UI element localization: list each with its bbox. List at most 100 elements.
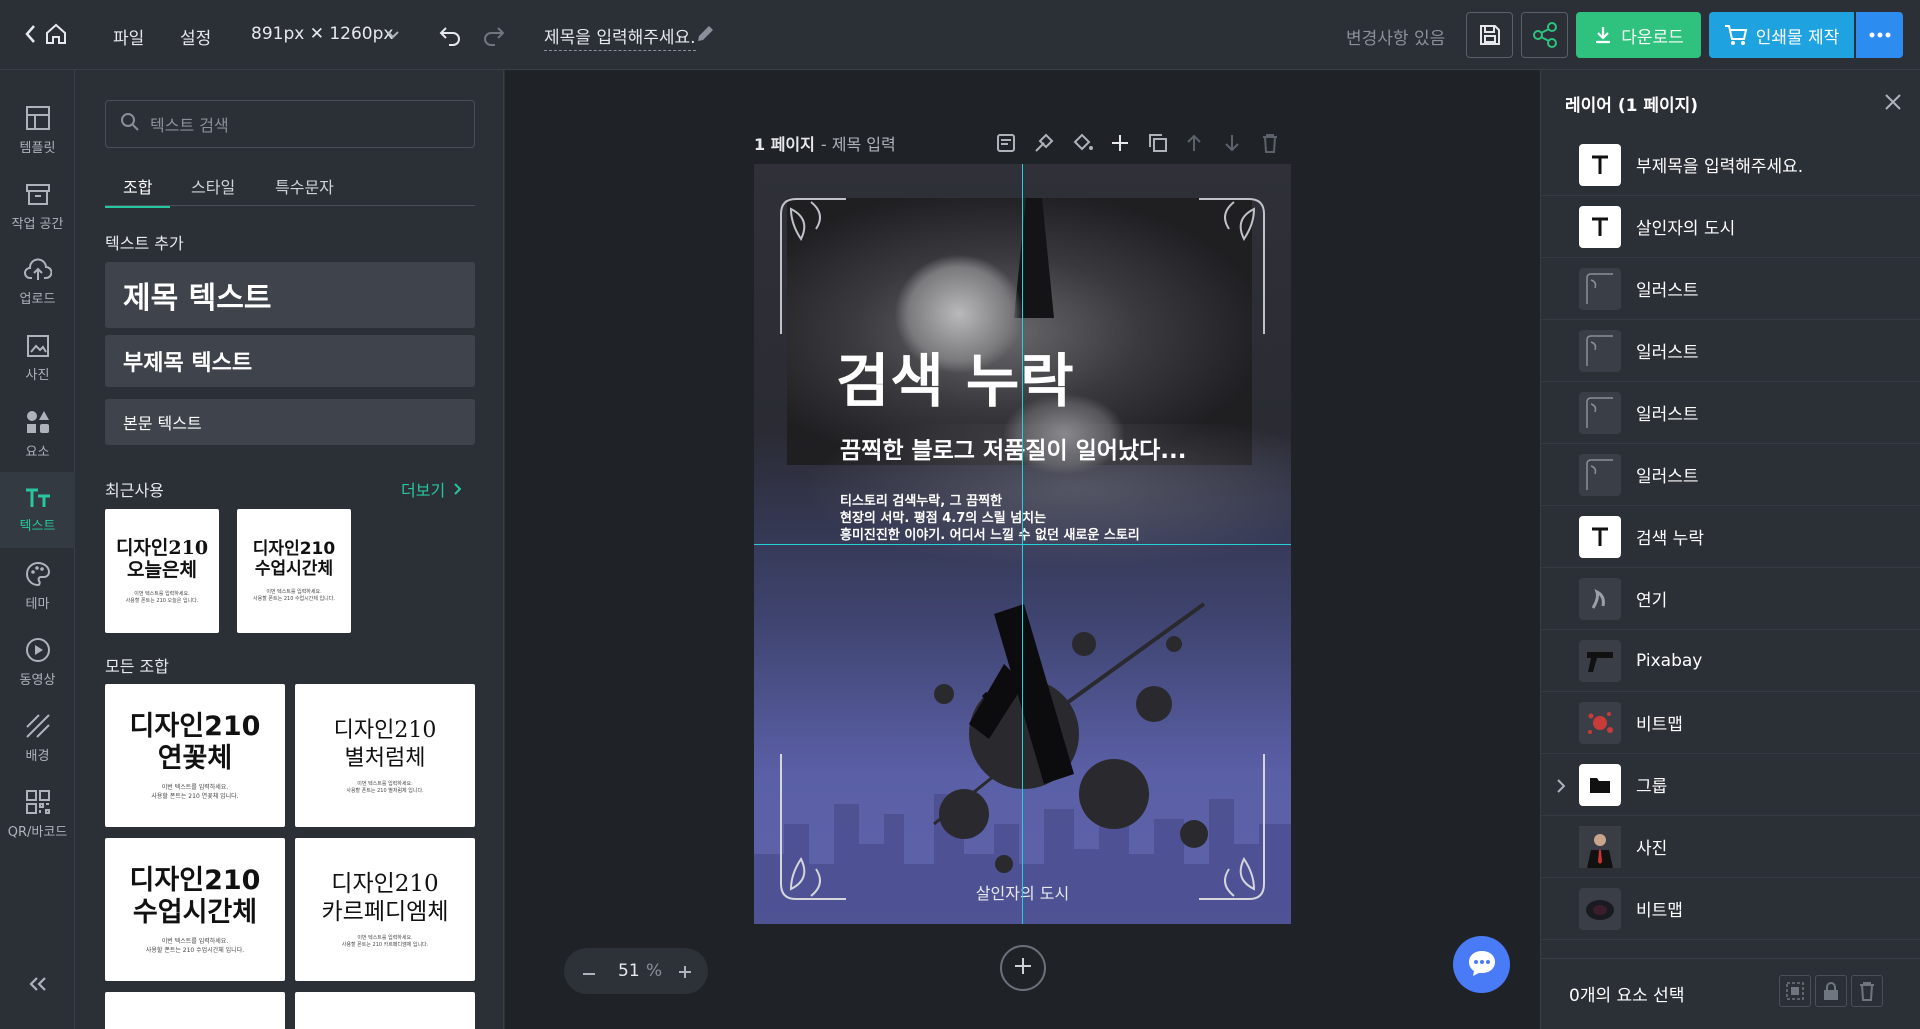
chat-button[interactable]	[1453, 936, 1510, 993]
combo-thumb-1[interactable]: 디자인210 연꽃체 이번 텍스트를 입력하세요. 사용할 폰트는 210 연꽃…	[105, 684, 285, 827]
add-text-title: 텍스트 추가	[105, 234, 184, 253]
combo-thumb-3[interactable]: 디자인210 수업시간체 이번 텍스트를 입력하세요. 사용할 폰트는 210 …	[105, 838, 285, 981]
save-button[interactable]	[1466, 12, 1513, 58]
lock-icon[interactable]	[1815, 975, 1847, 1007]
layer-name: 살인자의 도시	[1636, 219, 1736, 239]
layer-row[interactable]: 일러스트	[1541, 444, 1920, 506]
layer-row[interactable]: 그룹	[1541, 754, 1920, 816]
nav-photo[interactable]: 사진	[0, 320, 75, 396]
layer-name: 비트맵	[1636, 715, 1683, 735]
zoom-out-icon[interactable]	[582, 965, 596, 984]
group-select-icon[interactable]	[1779, 975, 1811, 1007]
nav-elements[interactable]: 요소	[0, 396, 75, 472]
page-memo-icon[interactable]	[996, 133, 1016, 157]
share-button[interactable]	[1521, 12, 1568, 58]
nav-templates[interactable]: 템플릿	[0, 92, 75, 168]
undo-icon[interactable]	[438, 24, 462, 46]
design-subtitle-text[interactable]: 끔찍한 블로그 저품질이 일어났다...	[840, 431, 1186, 465]
print-order-button[interactable]: 인쇄물 제작	[1709, 12, 1854, 58]
photo-icon	[26, 334, 50, 358]
add-page-button[interactable]	[1000, 945, 1046, 991]
more-link[interactable]: 더보기	[401, 477, 462, 501]
nav-workspace[interactable]: 작업 공간	[0, 168, 75, 244]
zoom-value[interactable]: 51	[618, 961, 640, 981]
page-title-label[interactable]: - 제목 입력	[821, 131, 896, 155]
canvas-size-dropdown[interactable]: 891px ✕ 1260px	[251, 24, 393, 44]
print-order-label: 인쇄물 제작	[1755, 27, 1840, 48]
layer-row[interactable]: 부제목을 입력해주세요.	[1541, 134, 1920, 196]
layer-row[interactable]: Pixabay	[1541, 630, 1920, 692]
combo-thumb-5[interactable]	[105, 992, 285, 1029]
design-body-text[interactable]: 티스토리 검색누락, 그 끔찍한 현장의 서막. 평점 4.7의 스릴 넘치는 …	[840, 493, 1140, 544]
settings-menu[interactable]: 설정	[180, 24, 211, 49]
layer-name: Pixabay	[1636, 650, 1703, 671]
recent-thumb-1-caption: 이번 텍스트를 입력하세요. 사용할 폰트는 210 오늘은 입니다.	[125, 590, 199, 604]
more-options-button[interactable]	[1856, 12, 1903, 58]
tab-special-chars[interactable]: 특수문자	[275, 174, 334, 198]
layers-panel: 레이어 (1 페이지) 부제목을 입력해주세요. 살인자의 도시 일러스트 일러스트 일…	[1540, 70, 1920, 1029]
layer-name: 일러스트	[1636, 467, 1699, 487]
add-page-icon[interactable]	[1110, 133, 1130, 157]
combo-thumb-2[interactable]: 디자인210 별처럼체 이번 텍스트를 입력하세요. 사용할 폰트는 210 별…	[295, 684, 475, 827]
layer-thumbnail-ornament-icon	[1579, 268, 1621, 310]
layer-name: 그룹	[1636, 777, 1668, 797]
layer-row[interactable]: 비트맵	[1541, 878, 1920, 940]
move-up-icon[interactable]	[1186, 133, 1202, 157]
expand-group-chevron-icon[interactable]	[1557, 778, 1566, 797]
nav-video[interactable]: 동영상	[0, 624, 75, 700]
layer-name: 일러스트	[1636, 281, 1699, 301]
recent-thumb-2[interactable]: 디자인210 수업시간체 이번 텍스트를 입력하세요. 사용할 폰트는 210 …	[237, 509, 351, 633]
layer-row[interactable]: 일러스트	[1541, 320, 1920, 382]
pencil-icon[interactable]	[695, 24, 715, 44]
layer-row[interactable]: 살인자의 도시	[1541, 196, 1920, 258]
close-layers-icon[interactable]	[1884, 93, 1902, 115]
nav-upload[interactable]: 업로드	[0, 244, 75, 320]
tab-combination[interactable]: 조합	[105, 174, 171, 208]
text-search-input[interactable]: 텍스트 검색	[105, 100, 475, 148]
collapse-panel-icon[interactable]	[27, 976, 49, 996]
layer-row[interactable]: 비트맵	[1541, 692, 1920, 754]
layer-thumbnail-bitmap-icon	[1579, 888, 1621, 930]
move-down-icon[interactable]	[1224, 133, 1240, 157]
tab-style[interactable]: 스타일	[191, 174, 235, 198]
combo-thumb-6[interactable]	[295, 992, 475, 1029]
design-title-text[interactable]: 검색 누락	[836, 334, 1075, 418]
nav-background-label: 배경	[25, 748, 50, 764]
nav-text[interactable]: 텍스트	[0, 472, 75, 548]
redo-icon[interactable]	[482, 24, 506, 46]
chevron-down-icon[interactable]	[386, 30, 400, 40]
design-page[interactable]: 검색 누락 끔찍한 블로그 저품질이 일어났다... 티스토리 검색누락, 그 …	[754, 164, 1291, 924]
nav-background[interactable]: 배경	[0, 700, 75, 776]
document-title[interactable]: 제목을 입력해주세요.	[544, 23, 696, 51]
trash-icon[interactable]	[1851, 975, 1883, 1007]
layer-row[interactable]: 검색 누락	[1541, 506, 1920, 568]
paint-bucket-icon[interactable]	[1072, 133, 1094, 157]
file-menu[interactable]: 파일	[113, 24, 144, 49]
chevron-right-icon	[453, 480, 462, 499]
add-heading-button[interactable]: 제목 텍스트	[105, 262, 475, 328]
layer-row[interactable]: 사진	[1541, 816, 1920, 878]
text-panel: 텍스트 검색 조합 스타일 특수문자 텍스트 추가 제목 텍스트 부제목 텍스트…	[76, 70, 504, 1029]
layer-row[interactable]: 연기	[1541, 568, 1920, 630]
text-tabs: 조합 스타일 특수문자	[105, 174, 475, 208]
combo-thumb-3-title: 디자인210 수업시간체	[129, 865, 261, 928]
layer-thumbnail-text-icon	[1579, 144, 1621, 186]
zoom-in-icon[interactable]	[678, 964, 692, 983]
style-picker-icon[interactable]	[1034, 133, 1054, 157]
combo-thumb-2-caption: 이번 텍스트를 입력하세요. 사용할 폰트는 210 별처럼체 입니다.	[346, 781, 424, 794]
recent-thumb-1[interactable]: 디자인210 오늘은체 이번 텍스트를 입력하세요. 사용할 폰트는 210 오…	[105, 509, 219, 633]
add-subheading-button[interactable]: 부제목 텍스트	[105, 335, 475, 387]
home-icon[interactable]	[44, 22, 68, 46]
delete-page-icon[interactable]	[1262, 133, 1278, 157]
all-combos-title: 모든 조합	[105, 657, 169, 676]
nav-qr[interactable]: QR/바코드	[0, 776, 75, 852]
combo-thumb-4[interactable]: 디자인210 카르페디엠체 이번 텍스트를 입력하세요. 사용할 폰트는 210…	[295, 838, 475, 981]
nav-theme[interactable]: 테마	[0, 548, 75, 624]
text-icon	[24, 487, 52, 509]
layer-row[interactable]: 일러스트	[1541, 258, 1920, 320]
back-chevron-icon[interactable]	[24, 24, 36, 44]
duplicate-page-icon[interactable]	[1148, 133, 1168, 157]
layer-row[interactable]: 일러스트	[1541, 382, 1920, 444]
add-body-button[interactable]: 본문 텍스트	[105, 399, 475, 445]
download-button[interactable]: 다운로드	[1576, 12, 1701, 58]
